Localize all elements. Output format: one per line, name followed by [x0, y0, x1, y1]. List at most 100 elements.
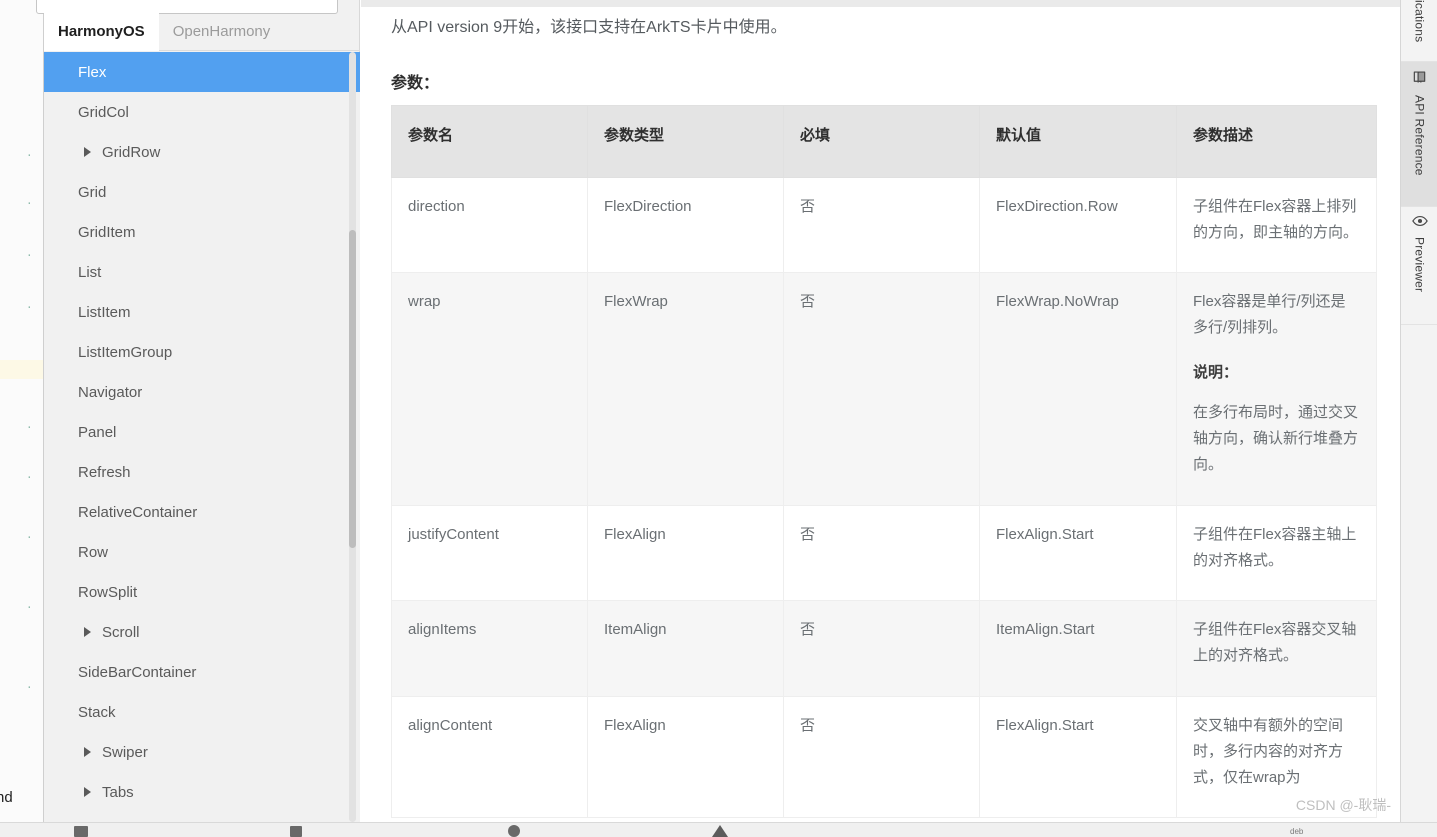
sidebar-item-label: Row [78, 543, 109, 561]
col-header-name: 参数名 [391, 104, 588, 178]
sidebar-item-listitem[interactable]: ListItem [44, 292, 360, 332]
table-row: justifyContent FlexAlign 否 FlexAlign.Sta… [391, 504, 1377, 602]
description-text: 交叉轴中有额外的空间时，多行内容的对齐方式，仅在wrap为 [1193, 716, 1344, 787]
taskbar-icon-window[interactable] [74, 826, 88, 837]
sidebar-item-label: GridRow [102, 143, 161, 161]
sidebar-item-label: RelativeContainer [78, 503, 198, 521]
code-fragment: . [26, 470, 33, 482]
sidebar-item-label: Panel [78, 423, 117, 441]
table-row: alignItems ItemAlign 否 ItemAlign.Start 子… [391, 600, 1377, 697]
sidebar-item-gridrow[interactable]: GridRow [44, 132, 360, 172]
app-window: . . . . . . . . . nd HarmonyOS OpenHarmo… [0, 0, 1437, 837]
table-row: direction FlexDirection 否 FlexDirection.… [391, 176, 1377, 274]
table-row: alignContent FlexAlign 否 FlexAlign.Start… [391, 695, 1377, 819]
sidebar-item-label: ListItem [78, 303, 131, 321]
sidebar-item-swiper[interactable]: Swiper [44, 732, 360, 772]
cell-param-name: alignItems [391, 600, 588, 697]
cell-param-required: 否 [783, 176, 980, 274]
sidebar-item-grid[interactable]: Grid [44, 172, 360, 212]
sidebar-item-listitemgroup[interactable]: ListItemGroup [44, 332, 360, 372]
cell-param-type: FlexDirection [587, 176, 784, 274]
sidebar-item-row[interactable]: Row [44, 532, 360, 572]
parameters-table: 参数名 参数类型 必填 默认值 参数描述 direction FlexDirec… [391, 104, 1377, 819]
rail-item-api-reference[interactable]: API Reference [1401, 62, 1437, 207]
code-fragment: . [26, 420, 33, 432]
col-header-type: 参数类型 [587, 104, 784, 178]
description-note-label: 说明： [1193, 363, 1239, 381]
taskbar-icon-app[interactable] [712, 825, 728, 837]
tab-openharmony[interactable]: OpenHarmony [159, 12, 285, 50]
cell-param-type: ItemAlign [587, 600, 784, 697]
cell-param-name: justifyContent [391, 504, 588, 602]
chevron-right-icon[interactable] [84, 747, 91, 757]
doc-top-strip [361, 0, 1400, 7]
taskbar-text: deb [1290, 827, 1304, 836]
cell-param-type: FlexAlign [587, 504, 784, 602]
cell-param-name: direction [391, 176, 588, 274]
cell-param-description: 子组件在Flex容器主轴上的对齐格式。 [1176, 504, 1377, 602]
chevron-right-icon[interactable] [84, 147, 91, 157]
table-header-row: 参数名 参数类型 必填 默认值 参数描述 [391, 104, 1377, 178]
sidebar-item-label: Flex [78, 63, 107, 81]
sidebar-item-stack[interactable]: Stack [44, 692, 360, 732]
sidebar-item-label: Refresh [78, 463, 131, 481]
editor-partial-word: nd [0, 789, 13, 806]
rail-item-previewer[interactable]: Previewer [1401, 207, 1437, 325]
sidebar-item-rowsplit[interactable]: RowSplit [44, 572, 360, 612]
tab-openharmony-label: OpenHarmony [172, 22, 271, 40]
description-note-text: 在多行布局时，通过交叉轴方向，确认新行堆叠方向。 [1193, 403, 1359, 474]
sidebar-item-gridcol[interactable]: GridCol [44, 92, 360, 132]
component-docs-panel: HarmonyOS OpenHarmony Flex GridCol GridR… [36, 0, 360, 822]
code-fragment: . [26, 600, 33, 612]
cell-param-description: 子组件在Flex容器交叉轴上的对齐格式。 [1176, 600, 1377, 697]
sidebar-item-label: Scroll [102, 623, 140, 641]
tab-harmonyos-label: HarmonyOS [58, 22, 145, 40]
sidebar-item-panel[interactable]: Panel [44, 412, 360, 452]
background-editor-sliver: . . . . . . . . . nd [0, 0, 44, 822]
col-header-description: 参数描述 [1176, 104, 1377, 178]
cell-param-name: wrap [391, 272, 588, 506]
cell-param-description: 子组件在Flex容器上排列的方向，即主轴的方向。 [1176, 176, 1377, 274]
cell-param-required: 否 [783, 695, 980, 819]
sidebar-item-griditem[interactable]: GridItem [44, 212, 360, 252]
editor-gutter [0, 0, 43, 822]
sidebar-scrollbar[interactable] [349, 52, 356, 822]
cell-param-default: ItemAlign.Start [979, 600, 1177, 697]
sidebar-item-tabs[interactable]: Tabs [44, 772, 360, 812]
sidebar-item-scroll[interactable]: Scroll [44, 612, 360, 652]
sidebar-item-label: SideBarContainer [78, 663, 197, 681]
description-text: 子组件在Flex容器主轴上的对齐格式。 [1193, 525, 1357, 569]
taskbar-icon-browser[interactable] [508, 825, 520, 837]
cell-param-type: FlexWrap [587, 272, 784, 506]
sidebar-item-navigator[interactable]: Navigator [44, 372, 360, 412]
cell-param-description: 交叉轴中有额外的空间时，多行内容的对齐方式，仅在wrap为 [1176, 695, 1377, 819]
code-fragment: . [26, 148, 33, 160]
rail-item-notifications[interactable]: ications [1401, 0, 1437, 62]
chevron-right-icon[interactable] [84, 627, 91, 637]
sidebar-item-label: Swiper [102, 743, 148, 761]
chevron-right-icon[interactable] [84, 787, 91, 797]
table-row: wrap FlexWrap 否 FlexWrap.NoWrap Flex容器是单… [391, 272, 1377, 506]
col-header-default: 默认值 [979, 104, 1177, 178]
sidebar-item-sidebarcontainer[interactable]: SideBarContainer [44, 652, 360, 692]
sidebar-item-label: Grid [78, 183, 107, 201]
sidebar-item-list[interactable]: List [44, 252, 360, 292]
taskbar-icon-folder[interactable] [290, 826, 302, 837]
sidebar-item-label: GridItem [78, 223, 136, 241]
sidebar-item-relativecontainer[interactable]: RelativeContainer [44, 492, 360, 532]
code-fragment: . [26, 530, 33, 542]
sidebar-scrollbar-thumb[interactable] [349, 230, 356, 548]
cell-param-name: alignContent [391, 695, 588, 819]
sidebar-item-refresh[interactable]: Refresh [44, 452, 360, 492]
cell-param-type: FlexAlign [587, 695, 784, 819]
col-header-required: 必填 [783, 104, 980, 178]
cell-param-default: FlexAlign.Start [979, 504, 1177, 602]
cell-param-default: FlexWrap.NoWrap [979, 272, 1177, 506]
tab-harmonyos[interactable]: HarmonyOS [44, 12, 159, 51]
component-tree[interactable]: Flex GridCol GridRow Grid GridItem List … [44, 52, 360, 822]
doc-source-tabs: HarmonyOS OpenHarmony [44, 12, 360, 51]
sidebar-item-flex[interactable]: Flex [44, 52, 360, 92]
code-fragment: . [26, 680, 33, 692]
rail-item-label: ications [1412, 0, 1427, 43]
cell-param-required: 否 [783, 272, 980, 506]
